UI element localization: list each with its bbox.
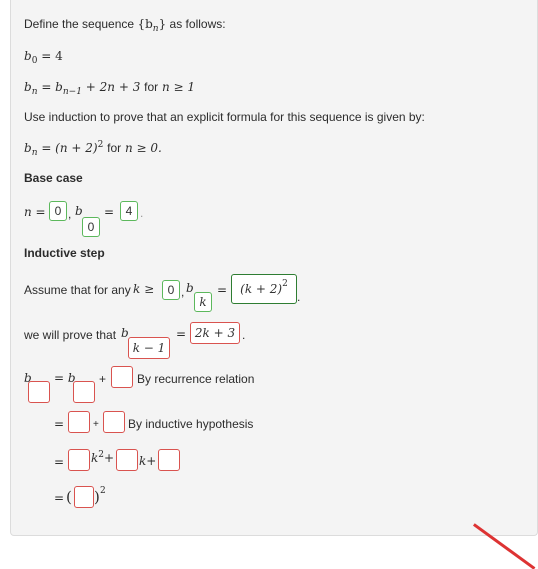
hyp-period: .: [297, 290, 301, 304]
step3-k2-coeff-input[interactable]: [68, 449, 90, 471]
intro-line: Define the sequence {bn} as follows:: [24, 17, 226, 34]
explicit-formula: bn = (n + 2)2 for n ≥ 0.: [24, 140, 162, 158]
prove-b-subscript-input[interactable]: k − 1: [128, 337, 170, 359]
step3-k2-term: k2+: [91, 450, 115, 465]
step4-open-paren: (: [66, 488, 72, 506]
intro-define: Define the sequence: [24, 17, 135, 31]
base-eq: =: [104, 205, 115, 219]
base-n-input[interactable]: 0: [49, 201, 67, 221]
hyp-eq: =: [217, 283, 228, 297]
intro-as-follows: as follows:: [169, 17, 226, 31]
step3-k-coeff-input[interactable]: [116, 449, 138, 471]
step3-k-term: k+: [139, 454, 157, 468]
prove-value-input[interactable]: 2k + 3: [190, 322, 240, 344]
base-period: .: [140, 206, 144, 220]
base-b-label: b: [75, 204, 83, 218]
k-geq: k ≥: [133, 282, 155, 296]
base-comma: ,: [68, 207, 72, 221]
hyp-b-subscript-input[interactable]: k: [194, 292, 212, 312]
step4-base-input[interactable]: [74, 486, 94, 508]
step3-constant-input[interactable]: [158, 449, 180, 471]
step4-eq: =: [54, 491, 65, 505]
prove-eq: =: [176, 327, 187, 341]
step1-plus: +: [99, 372, 107, 386]
initial-condition: b0 = 4: [24, 49, 63, 66]
base-value-input[interactable]: 4: [120, 201, 138, 221]
k-lower-bound-input[interactable]: 0: [162, 280, 180, 300]
base-b-subscript-input[interactable]: 0: [82, 217, 100, 237]
inductive-step-heading: Inductive step: [24, 246, 105, 260]
assume-text: Assume that for any: [24, 283, 131, 297]
step4-sup: 2: [100, 486, 106, 496]
prompt-text: Use induction to prove that an explicit …: [24, 110, 425, 124]
step2-second-input[interactable]: [103, 411, 125, 433]
hyp-b-label: b: [186, 281, 194, 295]
step1-term-input[interactable]: [111, 366, 133, 388]
step2-eq: =: [54, 417, 65, 431]
step1-justification: By recurrence relation: [137, 372, 255, 386]
prove-text: we will prove that: [24, 328, 117, 342]
recurrence-relation: bn = bn−1 + 2n + 3 for n ≥ 1: [24, 80, 196, 97]
step3-eq: =: [54, 455, 65, 469]
prove-period: .: [242, 328, 246, 342]
hyp-value-input[interactable]: (k + 2) 2: [231, 274, 297, 304]
base-case-heading: Base case: [24, 171, 83, 185]
sequence-symbol: {bn}: [137, 17, 167, 34]
step2-justification: By inductive hypothesis: [128, 417, 254, 431]
base-n-label: n =: [24, 205, 46, 219]
step1-lhs-subscript-input[interactable]: [28, 381, 50, 403]
step4-close-paren: ): [94, 488, 100, 506]
step1-rhs-subscript-input[interactable]: [73, 381, 95, 403]
step2-plus: +: [93, 419, 99, 430]
step2-first-input[interactable]: [68, 411, 90, 433]
assume-comma: ,: [181, 285, 185, 299]
